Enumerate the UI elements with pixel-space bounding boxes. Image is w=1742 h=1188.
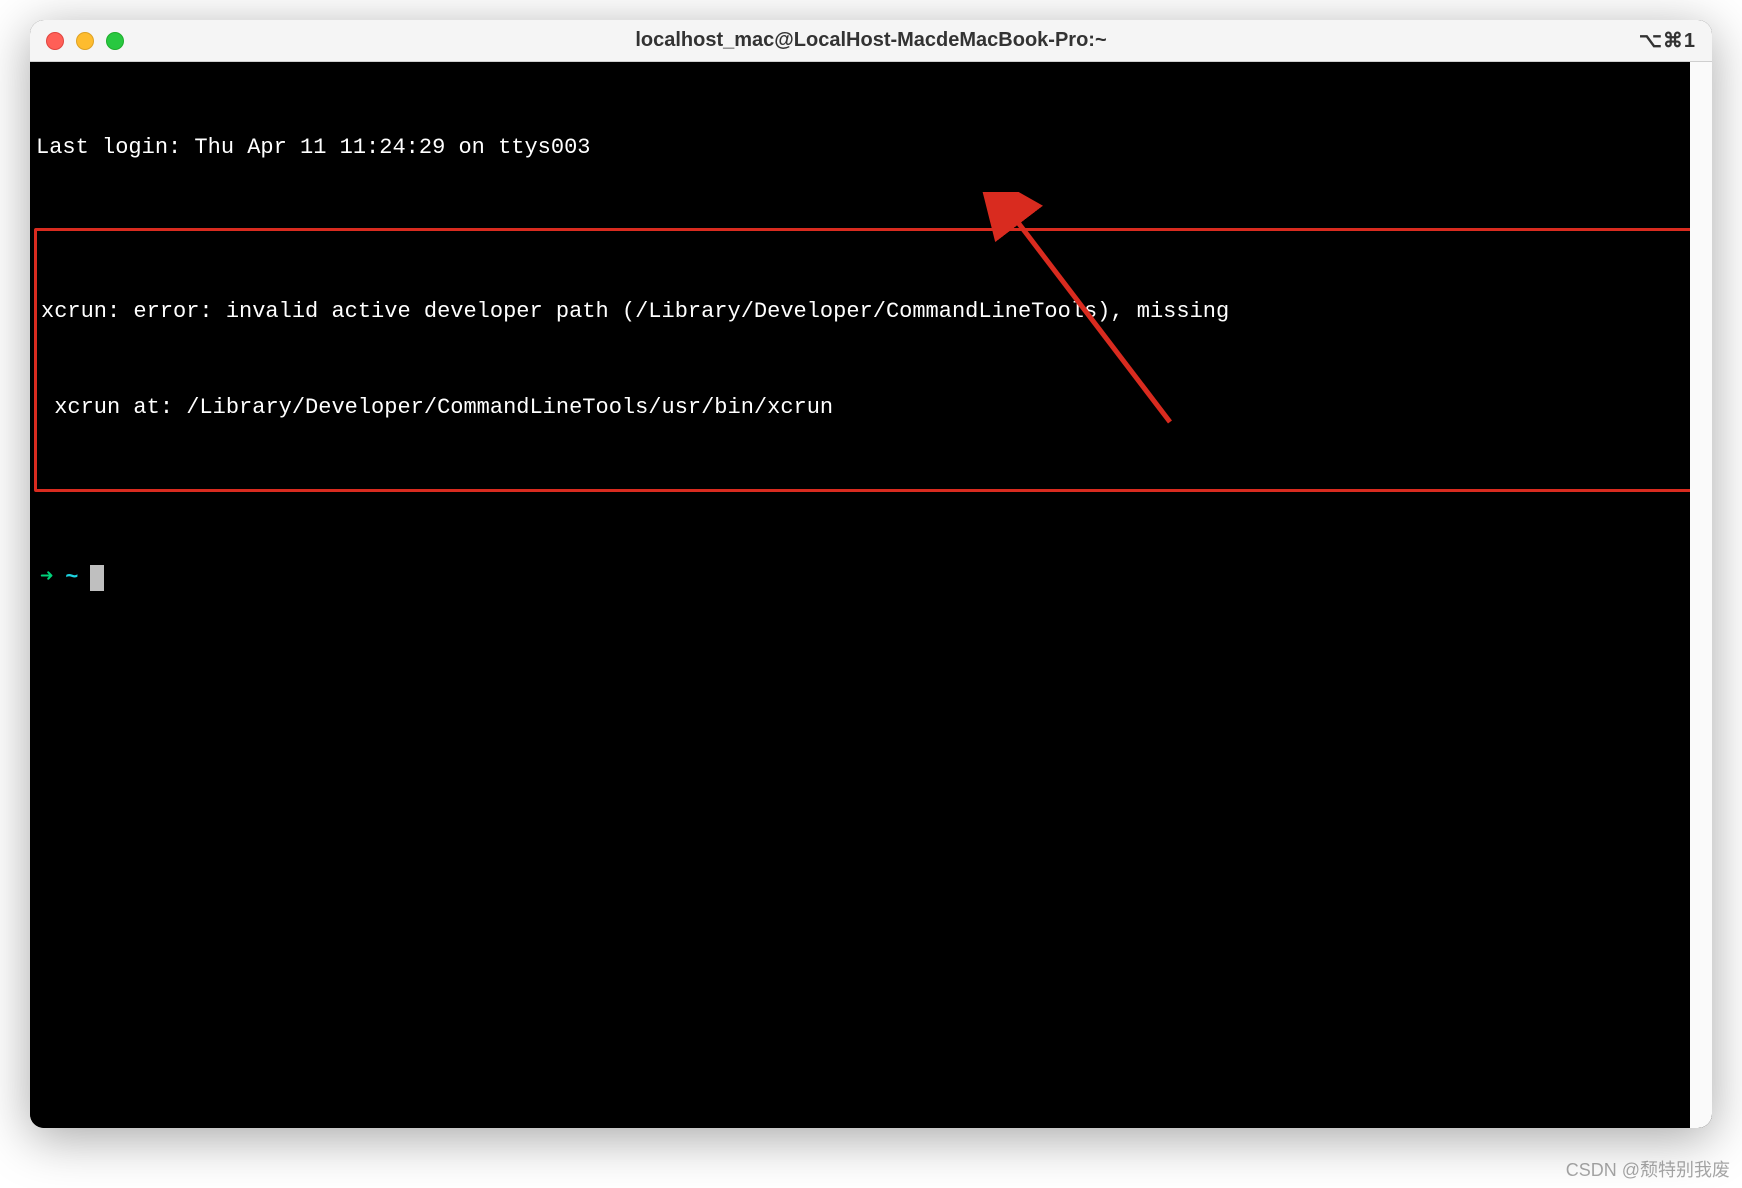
- terminal-window: localhost_mac@LocalHost-MacdeMacBook-Pro…: [30, 20, 1712, 1128]
- minimize-button[interactable]: [76, 32, 94, 50]
- traffic-lights: [46, 32, 124, 50]
- prompt-path: ~: [65, 562, 78, 594]
- close-button[interactable]: [46, 32, 64, 50]
- last-login-line: Last login: Thu Apr 11 11:24:29 on ttys0…: [34, 132, 1708, 164]
- terminal-cursor: [90, 565, 104, 591]
- window-titlebar[interactable]: localhost_mac@LocalHost-MacdeMacBook-Pro…: [30, 20, 1712, 62]
- prompt-arrow-icon: ➜: [40, 562, 53, 594]
- terminal-body[interactable]: Last login: Thu Apr 11 11:24:29 on ttys0…: [30, 62, 1712, 1128]
- prompt-line: ➜ ~: [34, 556, 1708, 594]
- watermark: CSDN @颓特别我废: [1566, 1156, 1730, 1182]
- window-shortcut-label: ⌥⌘1: [1639, 28, 1696, 53]
- maximize-button[interactable]: [106, 32, 124, 50]
- error-line-2: xcrun at: /Library/Developer/CommandLine…: [39, 392, 1703, 424]
- error-line-1: xcrun: error: invalid active developer p…: [39, 296, 1703, 328]
- error-highlight-box: xcrun: error: invalid active developer p…: [34, 228, 1708, 492]
- scrollbar[interactable]: [1690, 62, 1712, 1128]
- window-title: localhost_mac@LocalHost-MacdeMacBook-Pro…: [635, 29, 1106, 52]
